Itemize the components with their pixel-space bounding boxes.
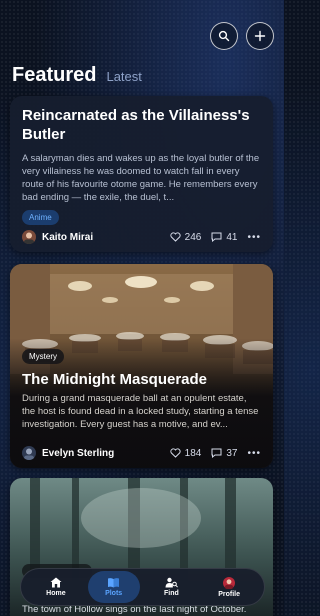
story-excerpt: A salaryman dies and wakes up as the loy… bbox=[22, 153, 260, 203]
genre-tag[interactable]: Mystery bbox=[22, 349, 64, 364]
comment-button[interactable]: 41 bbox=[211, 232, 237, 243]
nav-plots[interactable]: Plots bbox=[87, 571, 140, 603]
home-icon bbox=[50, 577, 62, 588]
comment-button[interactable]: 37 bbox=[211, 448, 237, 459]
plus-icon bbox=[254, 30, 266, 42]
like-count: 184 bbox=[184, 447, 202, 459]
like-count: 246 bbox=[184, 231, 202, 243]
comment-icon bbox=[211, 448, 222, 458]
comment-icon bbox=[211, 232, 222, 242]
heart-icon bbox=[170, 232, 181, 242]
search-button[interactable] bbox=[210, 22, 238, 50]
nav-home[interactable]: Home bbox=[30, 571, 82, 603]
nav-label: Home bbox=[46, 590, 66, 597]
nav-label: Profile bbox=[218, 590, 241, 598]
genre-tag[interactable]: Anime bbox=[22, 210, 59, 225]
story-card[interactable]: Mystery The Midnight Masquerade During a… bbox=[10, 264, 273, 468]
story-title: Reincarnated as the Villainess's Butler bbox=[22, 107, 250, 143]
avatar[interactable] bbox=[22, 230, 36, 244]
like-button[interactable]: 184 bbox=[170, 447, 202, 459]
heart-icon bbox=[170, 448, 181, 458]
story-meta: Kaito Mirai 246 41 ••• bbox=[22, 230, 261, 244]
story-card[interactable]: Reincarnated as the Villainess's Butler … bbox=[10, 96, 273, 252]
tab-featured[interactable]: Featured bbox=[12, 64, 96, 87]
comment-count: 37 bbox=[226, 447, 238, 459]
avatar bbox=[223, 576, 236, 589]
avatar[interactable] bbox=[22, 446, 36, 460]
nav-profile[interactable]: Profile bbox=[203, 571, 255, 603]
find-user-icon bbox=[165, 577, 178, 588]
nav-label: Plots bbox=[105, 590, 123, 597]
top-actions bbox=[210, 22, 274, 50]
nav-find[interactable]: Find bbox=[145, 571, 197, 603]
more-options-button[interactable]: ••• bbox=[247, 232, 261, 243]
bottom-nav: Home Plots Find Profile bbox=[20, 568, 265, 606]
more-options-button[interactable]: ••• bbox=[247, 448, 261, 459]
comment-count: 41 bbox=[226, 231, 238, 243]
search-icon bbox=[218, 30, 230, 42]
tab-latest[interactable]: Latest bbox=[106, 69, 141, 84]
story-title: The Midnight Masquerade bbox=[22, 371, 208, 388]
author-name[interactable]: Evelyn Sterling bbox=[42, 448, 160, 459]
nav-label: Find bbox=[163, 590, 179, 597]
like-button[interactable]: 246 bbox=[170, 231, 202, 243]
book-icon bbox=[108, 578, 120, 588]
add-button[interactable] bbox=[246, 22, 274, 50]
feed-header: Featured Latest bbox=[12, 64, 142, 87]
author-name[interactable]: Kaito Mirai bbox=[42, 232, 160, 243]
story-meta: Evelyn Sterling 184 37 ••• bbox=[22, 446, 261, 460]
story-excerpt: During a grand masquerade ball at an opu… bbox=[22, 393, 259, 430]
